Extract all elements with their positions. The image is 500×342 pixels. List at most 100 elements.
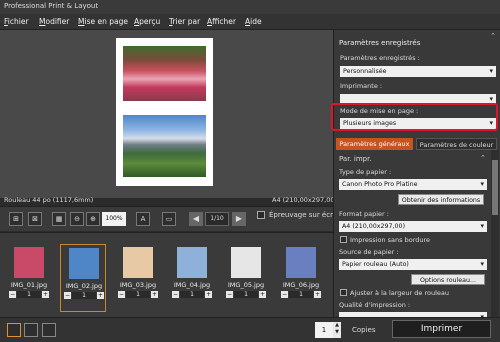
borderless-checkbox[interactable] <box>340 236 347 243</box>
borderless-label: Impression sans bordure <box>350 236 431 244</box>
quantity-value[interactable]: 1 <box>126 291 150 298</box>
quantity-stepper[interactable]: − 1 + <box>172 291 212 298</box>
scrollbar-thumb[interactable] <box>492 160 498 215</box>
saved-settings-label: Paramètres enregistrés : <box>340 54 420 62</box>
quantity-value[interactable]: 1 <box>72 292 96 299</box>
page-size-status: A4 (210,00x297,00) <box>272 196 338 204</box>
thumbnail-image[interactable] <box>286 247 316 278</box>
menu-fichier[interactable]: Fichier <box>4 17 29 26</box>
zoom-in-icon[interactable]: ⊕ <box>86 212 100 226</box>
zoom-select[interactable]: 100% <box>102 212 126 226</box>
tab-general-settings[interactable]: Paramètres généraux <box>336 138 413 150</box>
decrement-button[interactable]: − <box>118 291 125 298</box>
zoom-out-icon[interactable]: ⊖ <box>70 212 84 226</box>
quantity-value[interactable]: 1 <box>180 291 204 298</box>
menu-bar: Fichier Modifier Mise en page Aperçu Tri… <box>0 14 500 30</box>
printer-label: Imprimante : <box>340 82 383 90</box>
split-view-icon[interactable] <box>24 323 38 337</box>
copies-spinner-icon[interactable]: ▲ ▼ <box>333 322 341 338</box>
fit-zoom-icon[interactable]: ▦ <box>52 212 66 226</box>
print-quality-label: Qualité d'impression : <box>339 301 411 309</box>
saved-settings-select[interactable]: Personnalisée <box>340 66 496 77</box>
flower-photo[interactable] <box>123 46 206 101</box>
paper-source-select[interactable]: Papier rouleau (Auto) <box>339 259 487 270</box>
text-icon[interactable]: A <box>136 212 150 226</box>
decrement-button[interactable]: − <box>172 291 179 298</box>
paper-format-select[interactable]: A4 (210,00x297,00) <box>339 221 487 232</box>
quantity-stepper[interactable]: − 1 + <box>281 291 321 298</box>
paper-source-label: Source de papier : <box>339 248 399 256</box>
add-image-icon[interactable]: ⊞ <box>9 212 23 226</box>
fit-roll-width-checkbox[interactable] <box>340 289 347 296</box>
grid-view-icon[interactable] <box>42 323 56 337</box>
paper-format-label: Format papier : <box>339 210 389 218</box>
thumbnail-item[interactable]: IMG_04.jpg − 1 + <box>169 244 215 312</box>
thumbnail-image[interactable] <box>231 247 261 278</box>
section-collapse-icon[interactable]: ⌃ <box>480 154 486 162</box>
increment-button[interactable]: + <box>97 292 104 299</box>
increment-button[interactable]: + <box>314 291 321 298</box>
menu-aide[interactable]: Aide <box>245 17 262 26</box>
thumbnail-image[interactable] <box>14 247 44 278</box>
menu-modifier[interactable]: Modifier <box>39 17 69 26</box>
thumbnail-image[interactable] <box>69 248 99 279</box>
quantity-value[interactable]: 1 <box>289 291 313 298</box>
quantity-stepper[interactable]: − 1 + <box>64 292 104 299</box>
panel-title: Paramètres enregistrés <box>339 39 421 47</box>
tab-color-settings[interactable]: Paramètres de couleur <box>416 138 497 150</box>
title-bar: Professional Print & Layout <box>0 0 500 14</box>
menu-apercu[interactable]: Aperçu <box>134 17 160 26</box>
increment-button[interactable]: + <box>259 291 266 298</box>
remove-image-icon[interactable]: ⊠ <box>28 212 42 226</box>
print-quality-select[interactable] <box>339 312 487 323</box>
quantity-stepper[interactable]: − 1 + <box>226 291 266 298</box>
increment-button[interactable]: + <box>151 291 158 298</box>
collapse-up-icon[interactable]: ⌃ <box>490 32 496 40</box>
page-icon[interactable]: ▭ <box>162 212 176 226</box>
section-title: Par. impr. <box>339 155 372 163</box>
thumbnail-item[interactable]: IMG_05.jpg − 1 + <box>223 244 269 312</box>
paper-type-label: Type de papier : <box>339 168 392 176</box>
menu-afficher[interactable]: Afficher <box>207 17 236 26</box>
page-indicator: 1/10 <box>205 212 229 226</box>
thumbnail-item[interactable]: IMG_06.jpg − 1 + <box>278 244 324 312</box>
increment-button[interactable]: + <box>42 291 49 298</box>
copies-label: Copies <box>352 326 376 334</box>
thumbnail-name: IMG_05.jpg <box>227 281 265 289</box>
print-button[interactable]: Imprimer <box>392 320 491 338</box>
quantity-stepper[interactable]: − 1 + <box>118 291 158 298</box>
menu-mise-en-page[interactable]: Mise en page <box>78 17 128 26</box>
prev-page-button[interactable]: ◀ <box>189 212 203 226</box>
thumbnail-item[interactable]: IMG_03.jpg − 1 + <box>115 244 161 312</box>
menu-trier-par[interactable]: Trier par <box>169 17 200 26</box>
thumbnail-item[interactable]: IMG_02.jpg − 1 + <box>60 244 106 312</box>
fit-roll-width-label: Ajuster à la largeur de rouleau <box>350 289 450 297</box>
page-preview[interactable] <box>116 38 213 186</box>
decrement-button[interactable]: − <box>9 291 16 298</box>
paper-type-select[interactable]: Canon Photo Pro Platine <box>339 179 487 190</box>
increment-button[interactable]: + <box>205 291 212 298</box>
get-info-button[interactable]: Obtenir des informations <box>398 194 484 205</box>
thumbnail-name: IMG_03.jpg <box>119 281 157 289</box>
quantity-value[interactable]: 1 <box>17 291 41 298</box>
quantity-stepper[interactable]: − 1 + <box>9 291 49 298</box>
mountain-photo[interactable] <box>123 115 206 177</box>
thumbnail-name: IMG_02.jpg <box>65 282 103 290</box>
thumbnail-image[interactable] <box>123 247 153 278</box>
app-title: Professional Print & Layout <box>4 2 99 10</box>
decrement-button[interactable]: − <box>281 291 288 298</box>
roll-options-button[interactable]: Options rouleau... <box>411 274 485 285</box>
decrement-button[interactable]: − <box>64 292 71 299</box>
highlight-box <box>331 103 498 131</box>
single-view-icon[interactable] <box>7 323 21 337</box>
general-settings-section: Par. impr. ⌃ Type de papier : Canon Phot… <box>336 150 491 323</box>
soft-proof-label: Épreuvage sur écran <box>269 211 342 219</box>
thumbnail-image[interactable] <box>177 247 207 278</box>
copies-input[interactable]: 1 <box>315 322 333 338</box>
decrement-button[interactable]: − <box>226 291 233 298</box>
thumbnail-item[interactable]: IMG_01.jpg − 1 + <box>6 244 52 312</box>
soft-proof-checkbox[interactable] <box>257 211 265 219</box>
thumbnail-name: IMG_04.jpg <box>173 281 211 289</box>
next-page-button[interactable]: ▶ <box>232 212 246 226</box>
quantity-value[interactable]: 1 <box>234 291 258 298</box>
